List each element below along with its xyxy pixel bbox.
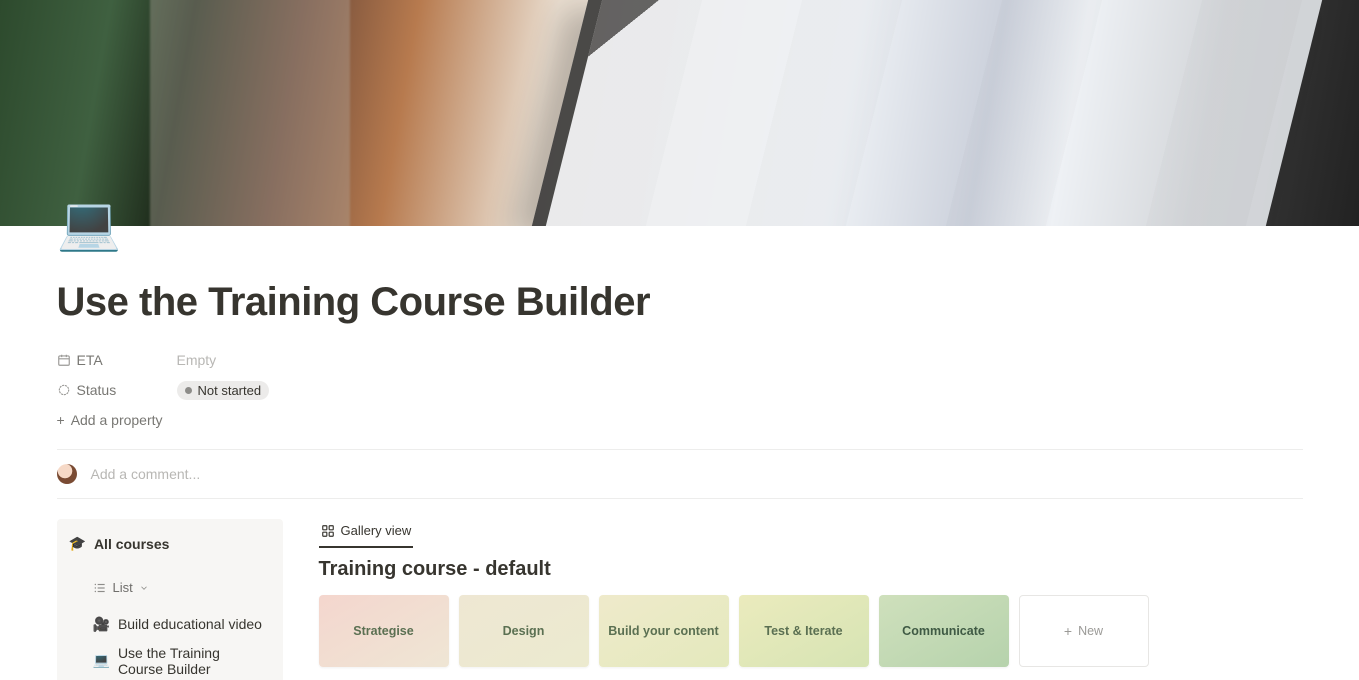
- plus-icon: +: [57, 413, 65, 427]
- view-tab-gallery[interactable]: Gallery view: [319, 519, 414, 548]
- property-eta-label: ETA: [77, 352, 103, 368]
- add-property-label: Add a property: [71, 412, 163, 428]
- plus-icon: +: [1064, 624, 1072, 638]
- status-pill[interactable]: Not started: [177, 381, 270, 400]
- cards-row: Strategise Design Build your content Tes…: [319, 595, 1303, 667]
- laptop-icon: 💻: [93, 652, 110, 669]
- sidebar-title[interactable]: 🎓 All courses: [69, 535, 271, 552]
- list-icon: [93, 581, 107, 595]
- sidebar-item-label: Build educational video: [118, 616, 262, 632]
- view-tab-label: Gallery view: [341, 523, 412, 538]
- calendar-icon: [57, 353, 71, 367]
- sidebar-view-label: List: [113, 580, 133, 595]
- property-eta-value[interactable]: Empty: [177, 352, 217, 368]
- property-status[interactable]: Status Not started: [57, 375, 1303, 405]
- sidebar: 🎓 All courses List 🎥 Build educational v…: [57, 519, 283, 680]
- page-cover: [0, 0, 1359, 226]
- card-strategise[interactable]: Strategise: [319, 595, 449, 667]
- sidebar-title-text: All courses: [94, 536, 169, 552]
- card-new-label: New: [1078, 624, 1103, 638]
- sidebar-item-course-builder[interactable]: 💻 Use the Training Course Builder: [89, 639, 271, 680]
- page-title[interactable]: Use the Training Course Builder: [57, 226, 1303, 325]
- property-status-label: Status: [77, 382, 117, 398]
- sidebar-view-select[interactable]: List: [93, 580, 149, 595]
- status-value: Not started: [198, 383, 262, 398]
- sidebar-item-label: Use the Training Course Builder: [118, 645, 267, 677]
- page-icon[interactable]: 💻: [57, 198, 122, 250]
- card-label: Strategise: [353, 624, 413, 638]
- card-label: Design: [503, 624, 545, 638]
- card-label: Build your content: [608, 624, 718, 638]
- property-eta[interactable]: ETA Empty: [57, 345, 1303, 375]
- chevron-down-icon: [139, 583, 149, 593]
- gallery-icon: [321, 524, 335, 538]
- avatar: [57, 464, 77, 484]
- card-build-content[interactable]: Build your content: [599, 595, 729, 667]
- card-label: Test & Iterate: [764, 624, 842, 638]
- graduation-cap-icon: 🎓: [69, 535, 86, 552]
- card-communicate[interactable]: Communicate: [879, 595, 1009, 667]
- sidebar-item-build-video[interactable]: 🎥 Build educational video: [89, 610, 271, 639]
- status-icon: [57, 383, 71, 397]
- database-title[interactable]: Training course - default: [319, 558, 1303, 581]
- video-camera-icon: 🎥: [93, 616, 110, 633]
- comment-placeholder: Add a comment...: [91, 466, 201, 482]
- status-dot-icon: [185, 387, 192, 394]
- card-test-iterate[interactable]: Test & Iterate: [739, 595, 869, 667]
- card-design[interactable]: Design: [459, 595, 589, 667]
- card-label: Communicate: [902, 624, 985, 638]
- main: Gallery view Training course - default S…: [319, 519, 1303, 680]
- add-property-button[interactable]: + Add a property: [57, 405, 1303, 435]
- comment-row[interactable]: Add a comment...: [57, 450, 1303, 499]
- card-new[interactable]: + New: [1019, 595, 1149, 667]
